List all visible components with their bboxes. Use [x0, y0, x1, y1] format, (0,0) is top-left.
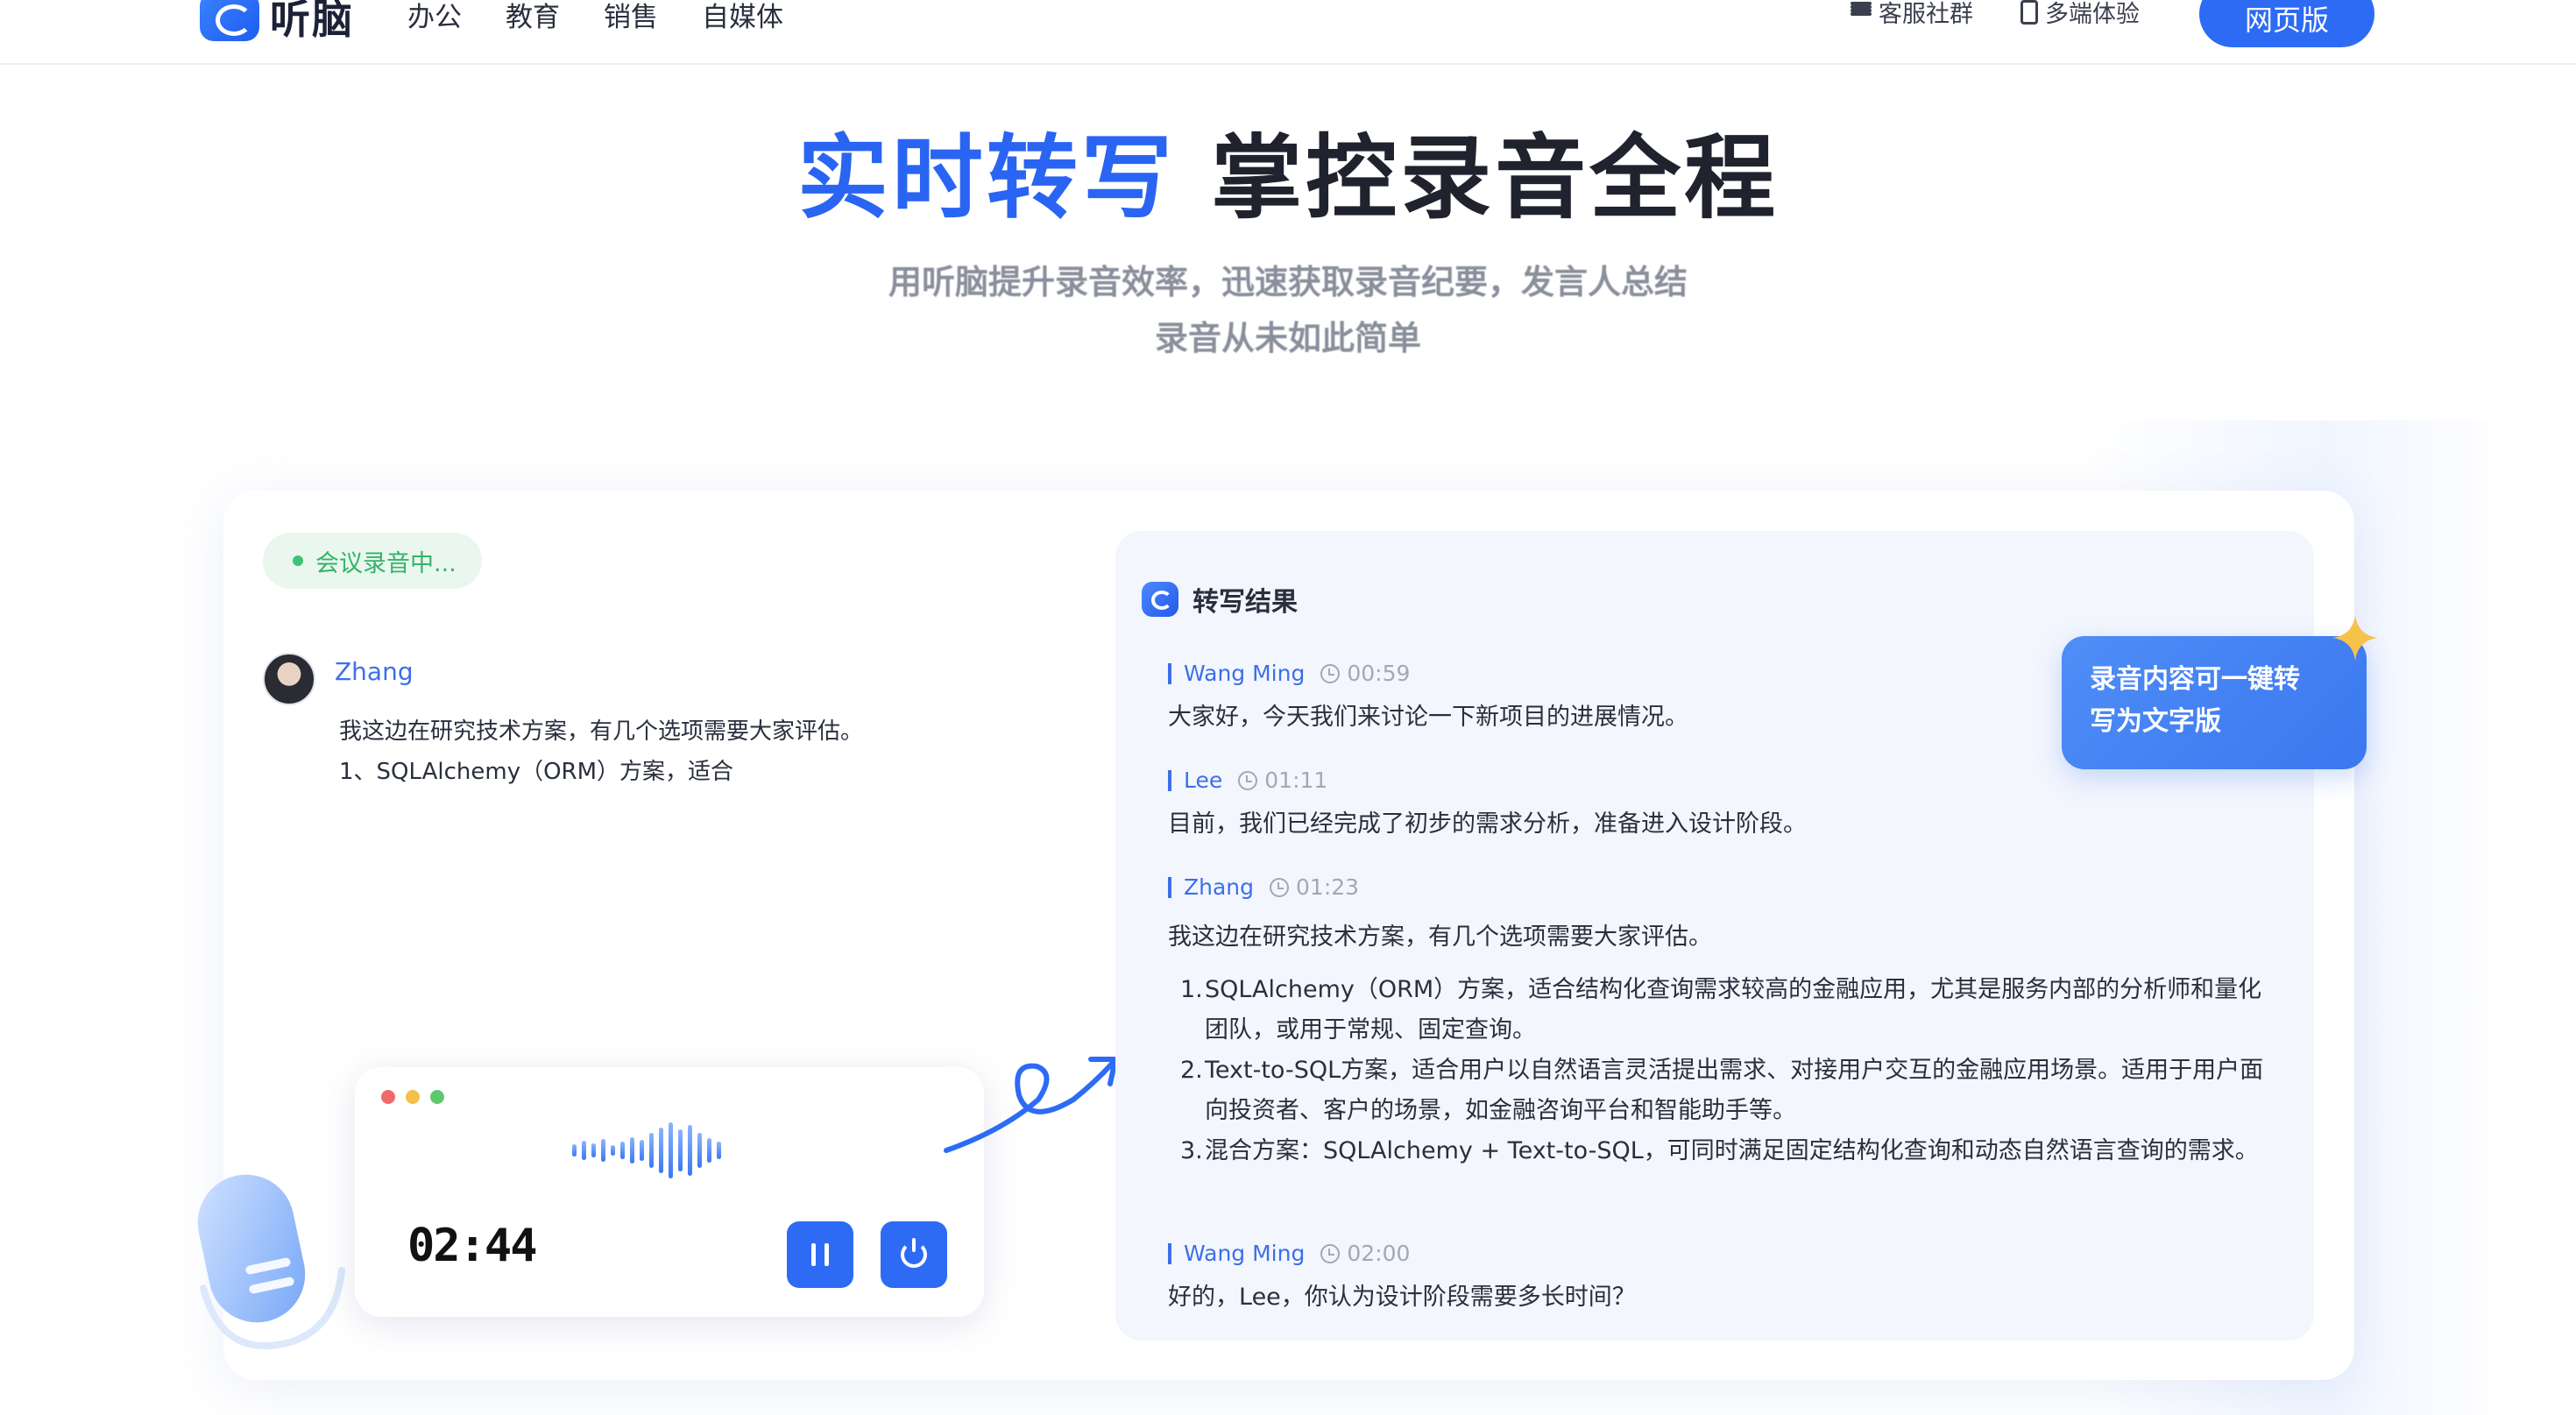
entry-time: 01:23	[1296, 874, 1360, 900]
recording-status-badge: 会议录音中...	[263, 533, 482, 589]
transcript-entry-header: Lee 01:11	[1168, 768, 1327, 793]
recording-status-label: 会议录音中...	[315, 549, 456, 577]
speaker-row: Zhang	[263, 653, 414, 705]
audio-waveform	[572, 1120, 721, 1181]
recorder-widget: 02:44	[355, 1067, 984, 1317]
maximize-dot	[430, 1090, 444, 1104]
live-transcript-text: 我这边在研究技术方案，有几个选项需要大家评估。 1、SQLAlchemy（ORM…	[339, 711, 863, 792]
entry-speaker: Wang Ming	[1184, 661, 1306, 686]
live-transcript-line: 我这边在研究技术方案，有几个选项需要大家评估。	[339, 718, 864, 745]
logo[interactable]: 听脑	[200, 0, 354, 46]
pause-icon	[811, 1243, 829, 1266]
minimize-dot	[406, 1090, 420, 1104]
stop-button[interactable]	[881, 1221, 947, 1288]
logo-text: 听脑	[270, 0, 354, 43]
callout-line: 写为文字版	[2090, 706, 2221, 737]
clock-icon	[1320, 663, 1341, 683]
pause-button[interactable]	[787, 1221, 853, 1288]
nav-item-self-media[interactable]: 自媒体	[702, 0, 783, 34]
transcript-title: 转写结果	[1192, 587, 1298, 618]
hero-subtitle-line1: 用听脑提升录音效率，迅速获取录音纪要，发言人总结	[888, 263, 1688, 301]
multi-device-link[interactable]: 多端体验	[2020, 0, 2140, 29]
hero-title-highlight: 实时转写	[796, 124, 1176, 231]
hero-subtitle: 用听脑提升录音效率，迅速获取录音纪要，发言人总结 录音从未如此简单	[0, 254, 2576, 366]
nav-item-education[interactable]: 教育	[506, 0, 560, 34]
web-version-button[interactable]: 网页版	[2199, 0, 2374, 47]
entry-speaker: Lee	[1184, 768, 1223, 793]
list-item: 2. Text-to-SQL方案，适合用户以自然语言灵活提出需求、对接用户交互的…	[1180, 1057, 2264, 1124]
live-transcript-line: 1、SQLAlchemy（ORM）方案，适合	[339, 759, 734, 785]
main-nav: 办公 教育 销售 自媒体	[407, 0, 783, 34]
sparkle-icon	[2332, 615, 2378, 661]
close-dot	[381, 1090, 395, 1104]
entry-speaker: Wang Ming	[1184, 1241, 1306, 1266]
entry-text: 我这边在研究技术方案，有几个选项需要大家评估。	[1168, 923, 1712, 951]
microphone-icon	[197, 1174, 345, 1350]
hero-subtitle-line2: 录音从未如此简单	[1154, 319, 1421, 357]
hero-title: 实时转写 掌控录音全程	[0, 103, 2576, 236]
recording-dot	[293, 555, 303, 566]
community-label: 客服社群	[1879, 1, 1973, 28]
phone-icon	[2020, 0, 2038, 25]
nav-item-office[interactable]: 办公	[407, 0, 462, 34]
speaker-name: Zhang	[335, 656, 414, 686]
nav-item-sales[interactable]: 销售	[604, 0, 658, 34]
hero-title-rest: 掌控录音全程	[1211, 124, 1780, 231]
feature-callout: 录音内容可一键转 写为文字版	[2062, 636, 2367, 769]
list-item: 1. SQLAlchemy（ORM）方案，适合结构化查询需求较高的金融应用，尤其…	[1180, 976, 2262, 1044]
entry-text: 大家好，今天我们来讨论一下新项目的进展情况。	[1168, 704, 1688, 731]
grid-icon	[1851, 1, 1872, 23]
multi-device-label: 多端体验	[2045, 1, 2140, 28]
clock-icon	[1320, 1243, 1341, 1263]
entry-time: 01:11	[1264, 768, 1328, 793]
transcript-entry-header: Wang Ming 00:59	[1168, 661, 1410, 686]
logo-icon	[200, 0, 259, 41]
community-link[interactable]: 客服社群	[1851, 0, 1973, 29]
list-item: 3. 混合方案：SQLAlchemy + Text-to-SQL，可同时满足固定…	[1180, 1137, 2259, 1164]
top-navbar: 听脑 办公 教育 销售 自媒体 客服社群 多端体验 网页版	[0, 0, 2576, 65]
avatar	[263, 653, 315, 705]
window-dots	[381, 1090, 444, 1104]
entry-text: 好的，Lee，你认为设计阶段需要多长时间？	[1168, 1284, 1636, 1311]
clock-icon	[1238, 770, 1258, 790]
entry-time: 02:00	[1347, 1241, 1411, 1266]
transcript-entry-header: Wang Ming 02:00	[1168, 1241, 1410, 1266]
callout-line: 录音内容可一键转	[2090, 664, 2300, 695]
transcript-entry-header: Zhang 01:23	[1168, 874, 1359, 900]
options-list: 1. SQLAlchemy（ORM）方案，适合结构化查询需求较高的金融应用，尤其…	[1180, 970, 2282, 1171]
app-logo-icon	[1142, 582, 1178, 617]
curved-arrow-icon	[944, 1057, 1118, 1153]
recording-timer: 02:44	[407, 1220, 538, 1272]
entry-text: 目前，我们已经完成了初步的需求分析，准备进入设计阶段。	[1168, 810, 1807, 838]
entry-time: 00:59	[1347, 661, 1411, 686]
clock-icon	[1270, 877, 1290, 897]
power-icon	[901, 1238, 927, 1268]
transcript-panel-header: 转写结果	[1142, 580, 1298, 619]
entry-speaker: Zhang	[1184, 874, 1255, 900]
